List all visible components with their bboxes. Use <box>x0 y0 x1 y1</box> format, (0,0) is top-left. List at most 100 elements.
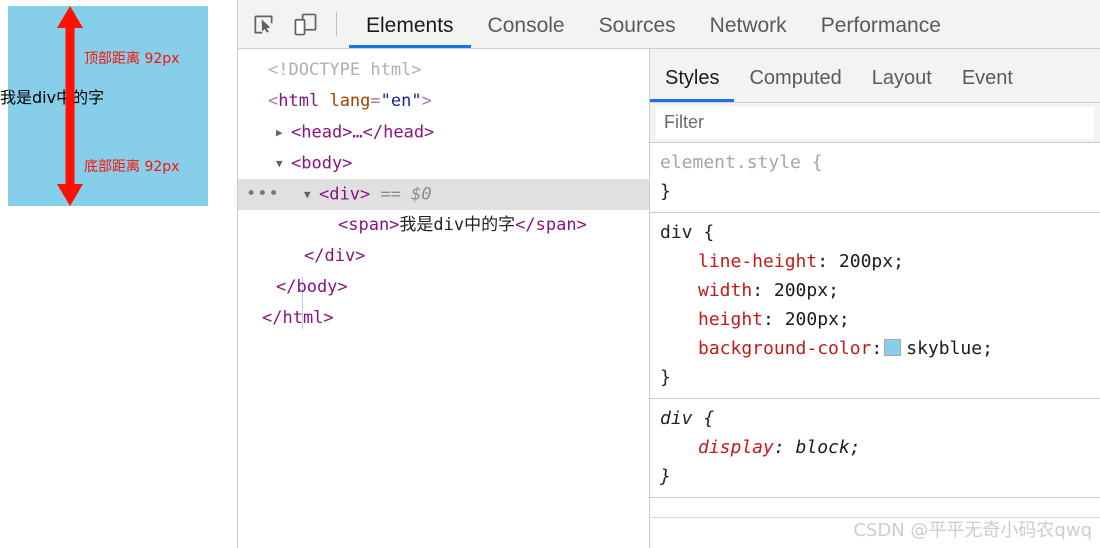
css-selector-text: element.style <box>660 152 801 173</box>
dom-div-selection-marker: == $0 <box>380 184 432 205</box>
css-rule-selector-line: div { <box>660 218 1100 247</box>
tab-elements[interactable]: Elements <box>349 0 471 48</box>
browser-viewport: 我是div中的字 顶部距离 92px 底部距离 92px <box>0 0 237 548</box>
dom-html-attr-equals: = <box>370 91 381 111</box>
css-close-brace: } <box>660 466 671 487</box>
tab-performance[interactable]: Performance <box>804 0 958 48</box>
dom-html-tag-name: html <box>278 91 320 111</box>
dom-div-open-tag: <div> <box>319 184 371 205</box>
dom-row-div-selected[interactable]: ••• ▼ <div> == $0 <box>238 179 649 210</box>
chevron-down-icon[interactable]: ▼ <box>276 148 290 179</box>
css-property-name[interactable]: line-height <box>660 251 817 272</box>
dom-row-body-close[interactable]: </body> <box>238 272 649 303</box>
css-property-value[interactable]: 200px <box>785 309 839 330</box>
css-property-colon: : <box>817 251 829 272</box>
dom-tree-panel[interactable]: <!DOCTYPE html> <html lang="en"> ▶ <head>… <box>238 49 650 548</box>
css-property-semicolon: ; <box>982 338 993 359</box>
more-options-icon[interactable]: ••• <box>246 179 280 210</box>
css-property-colon: : <box>752 280 764 301</box>
dom-html-close-bracket: > <box>421 91 432 111</box>
css-property-value[interactable]: skyblue <box>906 338 982 359</box>
css-rule-div-author[interactable]: div { line-height: 200px; width: 200px; … <box>650 213 1100 399</box>
css-declaration-height[interactable]: height: 200px; <box>660 305 1100 334</box>
styles-filter-bar <box>650 103 1100 143</box>
dom-body-open-tag: <body> <box>291 153 353 174</box>
css-close-brace-line: } <box>660 177 1100 206</box>
css-rule-selector-line: element.style { <box>660 148 1100 177</box>
css-property-value[interactable]: 200px <box>774 280 828 301</box>
css-close-brace-line: } <box>660 462 1100 491</box>
tab-sources[interactable]: Sources <box>582 0 693 48</box>
css-open-brace: { <box>703 408 715 429</box>
dom-html-attr-value: "en" <box>380 91 422 111</box>
css-declaration-display[interactable]: display: block; <box>660 433 1100 462</box>
css-selector-text: div <box>660 408 693 429</box>
toolbar-divider <box>336 12 337 36</box>
css-close-brace: } <box>660 181 671 202</box>
dom-head-collapsed: <head>…</head> <box>291 122 435 143</box>
tab-event-listeners[interactable]: Event <box>947 49 1028 102</box>
dom-row-head[interactable]: ▶ <head>…</head> <box>238 117 649 148</box>
dom-row-html[interactable]: <html lang="en"> <box>238 86 649 117</box>
color-swatch-icon[interactable] <box>884 339 902 356</box>
dom-div-close-tag: </div> <box>304 246 366 266</box>
css-property-name[interactable]: display <box>660 437 774 458</box>
css-property-value[interactable]: 200px <box>839 251 893 272</box>
csdn-watermark: CSDN @平平无奇小码农qwq <box>853 520 1092 541</box>
css-open-brace: { <box>703 222 715 243</box>
css-property-name[interactable]: width <box>660 280 752 301</box>
chevron-right-icon[interactable]: ▶ <box>276 117 290 148</box>
inspect-element-icon[interactable] <box>246 7 280 41</box>
css-property-semicolon: ; <box>849 437 861 458</box>
css-property-colon: : <box>763 309 774 330</box>
devtools-toolbar: Elements Console Sources Network Perform… <box>238 0 1100 49</box>
css-property-name[interactable]: background-color <box>660 338 871 359</box>
css-close-brace-line: } <box>660 363 1100 392</box>
css-property-semicolon: ; <box>838 309 850 330</box>
dom-row-div-close[interactable]: </div> <box>238 241 649 272</box>
chevron-down-icon[interactable]: ▼ <box>304 179 318 210</box>
dom-row-body[interactable]: ▼ <body> <box>238 148 649 179</box>
dom-span-text: 我是div中的字 <box>399 215 516 235</box>
css-property-name[interactable]: height <box>660 309 763 330</box>
styles-panel: Styles Computed Layout Event element.sty… <box>650 49 1100 548</box>
bottom-distance-annotation: 底部距离 92px <box>84 159 180 175</box>
dom-row-doctype[interactable]: <!DOCTYPE html> <box>238 55 649 86</box>
tab-console[interactable]: Console <box>471 0 582 48</box>
devtools-body: <!DOCTYPE html> <html lang="en"> ▶ <head>… <box>238 49 1100 548</box>
tab-layout[interactable]: Layout <box>857 49 947 102</box>
double-headed-arrow-annotation <box>57 6 83 206</box>
css-close-brace: } <box>660 367 671 388</box>
css-declaration-background-color[interactable]: background-color: skyblue; <box>660 334 1100 363</box>
dom-span-close-tag: </span> <box>515 215 587 235</box>
dom-span-open-tag: <span> <box>338 215 400 235</box>
devtools-panel: Elements Console Sources Network Perform… <box>237 0 1100 548</box>
dom-html-attr-name: lang <box>329 91 371 111</box>
dom-body-close-tag: </body> <box>276 277 348 297</box>
top-distance-annotation: 顶部距离 92px <box>84 51 180 67</box>
css-declaration-line-height[interactable]: line-height: 200px; <box>660 247 1100 276</box>
tab-computed[interactable]: Computed <box>734 49 856 102</box>
css-rule-selector-line: div { <box>660 404 1100 433</box>
dom-html-close-tag: </html> <box>262 308 334 328</box>
css-open-brace: { <box>811 152 823 173</box>
css-declaration-width[interactable]: width: 200px; <box>660 276 1100 305</box>
css-property-semicolon: ; <box>893 251 904 272</box>
dom-row-span[interactable]: <span>我是div中的字</span> <box>238 210 649 241</box>
css-property-value[interactable]: block <box>796 437 850 458</box>
dom-html-open-bracket: < <box>268 91 279 111</box>
tab-network[interactable]: Network <box>693 0 804 48</box>
styles-filter-input[interactable] <box>656 106 1094 139</box>
css-property-semicolon: ; <box>828 280 839 301</box>
css-rule-element-style[interactable]: element.style { } <box>650 143 1100 213</box>
div-inner-text: 我是div中的字 <box>0 88 105 107</box>
css-rule-div-user-agent[interactable]: div { display: block; } <box>650 399 1100 498</box>
css-property-colon: : <box>871 338 883 359</box>
css-property-colon: : <box>773 437 785 458</box>
tab-styles[interactable]: Styles <box>650 49 735 102</box>
dom-row-html-close[interactable]: </html> <box>238 303 649 334</box>
dom-doctype-text: <!DOCTYPE html> <box>268 60 422 80</box>
styles-subtab-bar: Styles Computed Layout Event <box>650 49 1100 103</box>
css-selector-text: div <box>660 222 693 243</box>
device-toolbar-icon[interactable] <box>288 7 322 41</box>
